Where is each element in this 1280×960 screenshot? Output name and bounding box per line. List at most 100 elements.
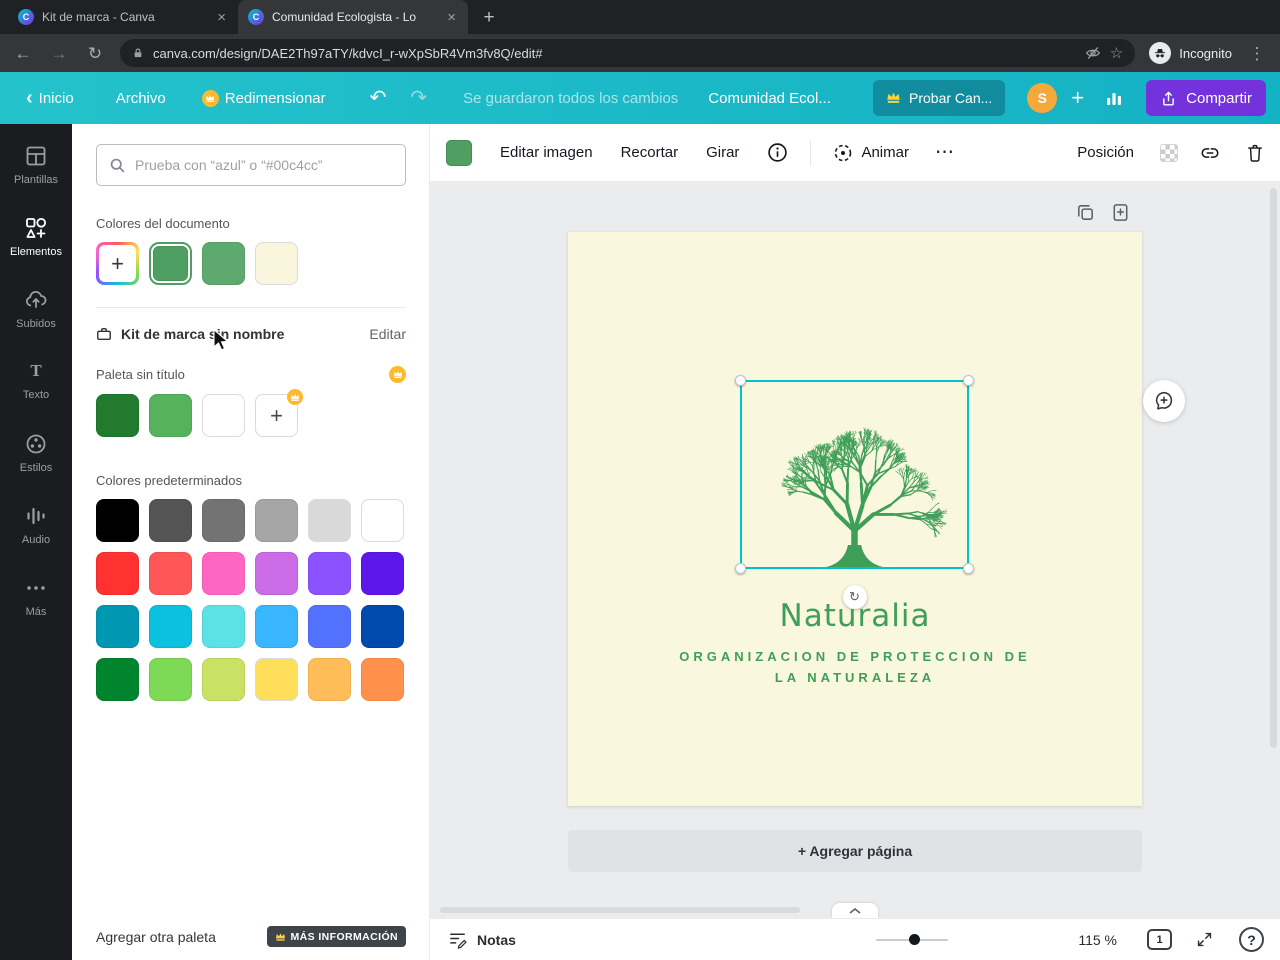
zoom-slider-thumb[interactable] xyxy=(908,933,920,945)
default-color-swatch[interactable] xyxy=(149,605,192,648)
try-canva-pro-button[interactable]: Probar Can... xyxy=(873,80,1006,116)
eye-off-icon[interactable] xyxy=(1085,45,1101,61)
palette-color-swatch[interactable] xyxy=(149,394,192,437)
animate-button[interactable]: Animar xyxy=(833,143,909,163)
address-bar[interactable]: canva.com/design/DAE2Th97aTY/kdvcI_r-wXp… xyxy=(120,39,1136,67)
default-color-swatch[interactable] xyxy=(361,605,404,648)
collapse-panel-button[interactable] xyxy=(832,903,878,918)
default-color-swatch[interactable] xyxy=(361,552,404,595)
default-color-swatch[interactable] xyxy=(202,658,245,701)
edit-brand-kit-link[interactable]: Editar xyxy=(369,326,406,342)
add-page-button[interactable]: + Agregar página xyxy=(568,830,1142,872)
new-tab-button[interactable]: + xyxy=(474,4,504,32)
browser-tab-comunidad-ecologista[interactable]: C Comunidad Ecologista - Lo × xyxy=(238,0,468,34)
add-member-icon[interactable]: + xyxy=(1071,87,1084,109)
insights-chart-icon[interactable] xyxy=(1104,88,1124,108)
default-color-swatch[interactable] xyxy=(149,658,192,701)
logo-subtitle-text[interactable]: ORGANIZACION DE PROTECCION DE LA NATURAL… xyxy=(568,646,1142,688)
more-info-badge[interactable]: MÁS INFORMACIÓN xyxy=(266,926,406,947)
document-color-selected[interactable] xyxy=(149,242,192,285)
browser-tab-brand-kit[interactable]: C Kit de marca - Canva × xyxy=(8,0,238,34)
default-color-swatch[interactable] xyxy=(96,658,139,701)
search-box[interactable] xyxy=(96,144,406,186)
horizontal-scrollbar[interactable] xyxy=(440,907,800,913)
redo-icon[interactable]: ↷ xyxy=(410,88,427,108)
default-color-swatch[interactable] xyxy=(361,658,404,701)
resize-handle[interactable] xyxy=(735,563,746,574)
resize-handle[interactable] xyxy=(963,563,974,574)
default-color-swatch[interactable] xyxy=(202,605,245,648)
vertical-scrollbar[interactable] xyxy=(1270,188,1277,748)
share-button[interactable]: Compartir xyxy=(1146,80,1266,116)
default-color-swatch[interactable] xyxy=(255,499,298,542)
edit-image-button[interactable]: Editar imagen xyxy=(500,144,593,161)
default-color-swatch[interactable] xyxy=(255,658,298,701)
sidebar-item-plantillas[interactable]: Plantillas xyxy=(0,129,72,201)
undo-icon[interactable]: ↶ xyxy=(370,88,387,108)
document-title[interactable]: Comunidad Ecol... xyxy=(708,90,831,107)
bookmark-star-icon[interactable]: ☆ xyxy=(1110,44,1123,62)
resize-handle[interactable] xyxy=(735,375,746,386)
add-another-palette-link[interactable]: Agregar otra paleta xyxy=(96,929,216,945)
duplicate-page-icon[interactable] xyxy=(1075,202,1096,228)
close-tab-icon[interactable]: × xyxy=(445,9,458,26)
browser-menu-icon[interactable]: ⋮ xyxy=(1246,45,1268,62)
resize-handle[interactable] xyxy=(963,375,974,386)
forward-icon[interactable]: → xyxy=(48,45,70,62)
palette-color-swatch[interactable] xyxy=(96,394,139,437)
sidebar-item-audio[interactable]: Audio xyxy=(0,489,72,561)
back-icon[interactable]: ← xyxy=(12,45,34,62)
info-icon[interactable] xyxy=(767,142,788,163)
default-color-swatch[interactable] xyxy=(308,658,351,701)
add-comment-button[interactable] xyxy=(1143,380,1185,422)
trash-icon[interactable] xyxy=(1246,143,1264,163)
element-color-swatch[interactable] xyxy=(446,139,472,166)
document-color-swatch[interactable] xyxy=(202,242,245,285)
zoom-level[interactable]: 115 % xyxy=(1078,932,1117,948)
default-color-swatch[interactable] xyxy=(202,552,245,595)
help-button[interactable]: ? xyxy=(1239,927,1264,952)
sidebar-item-texto[interactable]: T Texto xyxy=(0,345,72,417)
file-menu-button[interactable]: Archivo xyxy=(116,90,166,107)
sidebar-item-subidos[interactable]: Subidos xyxy=(0,273,72,345)
selection-box[interactable]: ↻ xyxy=(735,375,974,609)
canvas-area[interactable]: ↻ Naturalia ORGANIZACION DE PROTECCION D… xyxy=(430,182,1280,918)
close-tab-icon[interactable]: × xyxy=(215,9,228,26)
default-color-swatch[interactable] xyxy=(255,605,298,648)
sidebar-item-elementos[interactable]: Elementos xyxy=(0,201,72,273)
add-palette-color-button[interactable]: + xyxy=(255,389,303,437)
resize-button[interactable]: Redimensionar xyxy=(201,89,326,107)
reload-icon[interactable]: ↻ xyxy=(84,45,106,62)
more-options-icon[interactable]: ⋯ xyxy=(935,141,955,164)
default-color-swatch[interactable] xyxy=(96,499,139,542)
avatar[interactable]: S xyxy=(1027,83,1058,113)
zoom-slider[interactable] xyxy=(876,933,949,945)
default-color-swatch[interactable] xyxy=(361,499,404,542)
default-color-swatch[interactable] xyxy=(96,552,139,595)
design-page[interactable]: ↻ Naturalia ORGANIZACION DE PROTECCION D… xyxy=(568,232,1142,806)
sidebar-item-mas[interactable]: Más xyxy=(0,561,72,633)
transparency-icon[interactable] xyxy=(1160,143,1178,162)
rotate-button[interactable]: Girar xyxy=(706,144,739,161)
add-page-icon[interactable] xyxy=(1110,202,1131,228)
default-color-swatch[interactable] xyxy=(149,552,192,595)
default-color-swatch[interactable] xyxy=(308,605,351,648)
default-color-swatch[interactable] xyxy=(308,552,351,595)
add-color-button[interactable]: + xyxy=(96,242,139,285)
notes-button[interactable]: Notas xyxy=(448,930,516,949)
fullscreen-icon[interactable] xyxy=(1196,931,1213,948)
page-indicator[interactable]: 1 xyxy=(1147,929,1172,950)
default-color-swatch[interactable] xyxy=(96,605,139,648)
palette-color-swatch[interactable] xyxy=(202,394,245,437)
link-icon[interactable] xyxy=(1200,143,1220,163)
document-color-swatch[interactable] xyxy=(255,242,298,285)
position-button[interactable]: Posición xyxy=(1077,144,1134,161)
default-color-swatch[interactable] xyxy=(149,499,192,542)
default-color-swatch[interactable] xyxy=(202,499,245,542)
crop-button[interactable]: Recortar xyxy=(621,144,679,161)
search-input[interactable] xyxy=(135,157,393,173)
default-color-swatch[interactable] xyxy=(255,552,298,595)
logo-title-text[interactable]: Naturalia xyxy=(568,598,1142,634)
default-color-swatch[interactable] xyxy=(308,499,351,542)
sidebar-item-estilos[interactable]: Estilos xyxy=(0,417,72,489)
